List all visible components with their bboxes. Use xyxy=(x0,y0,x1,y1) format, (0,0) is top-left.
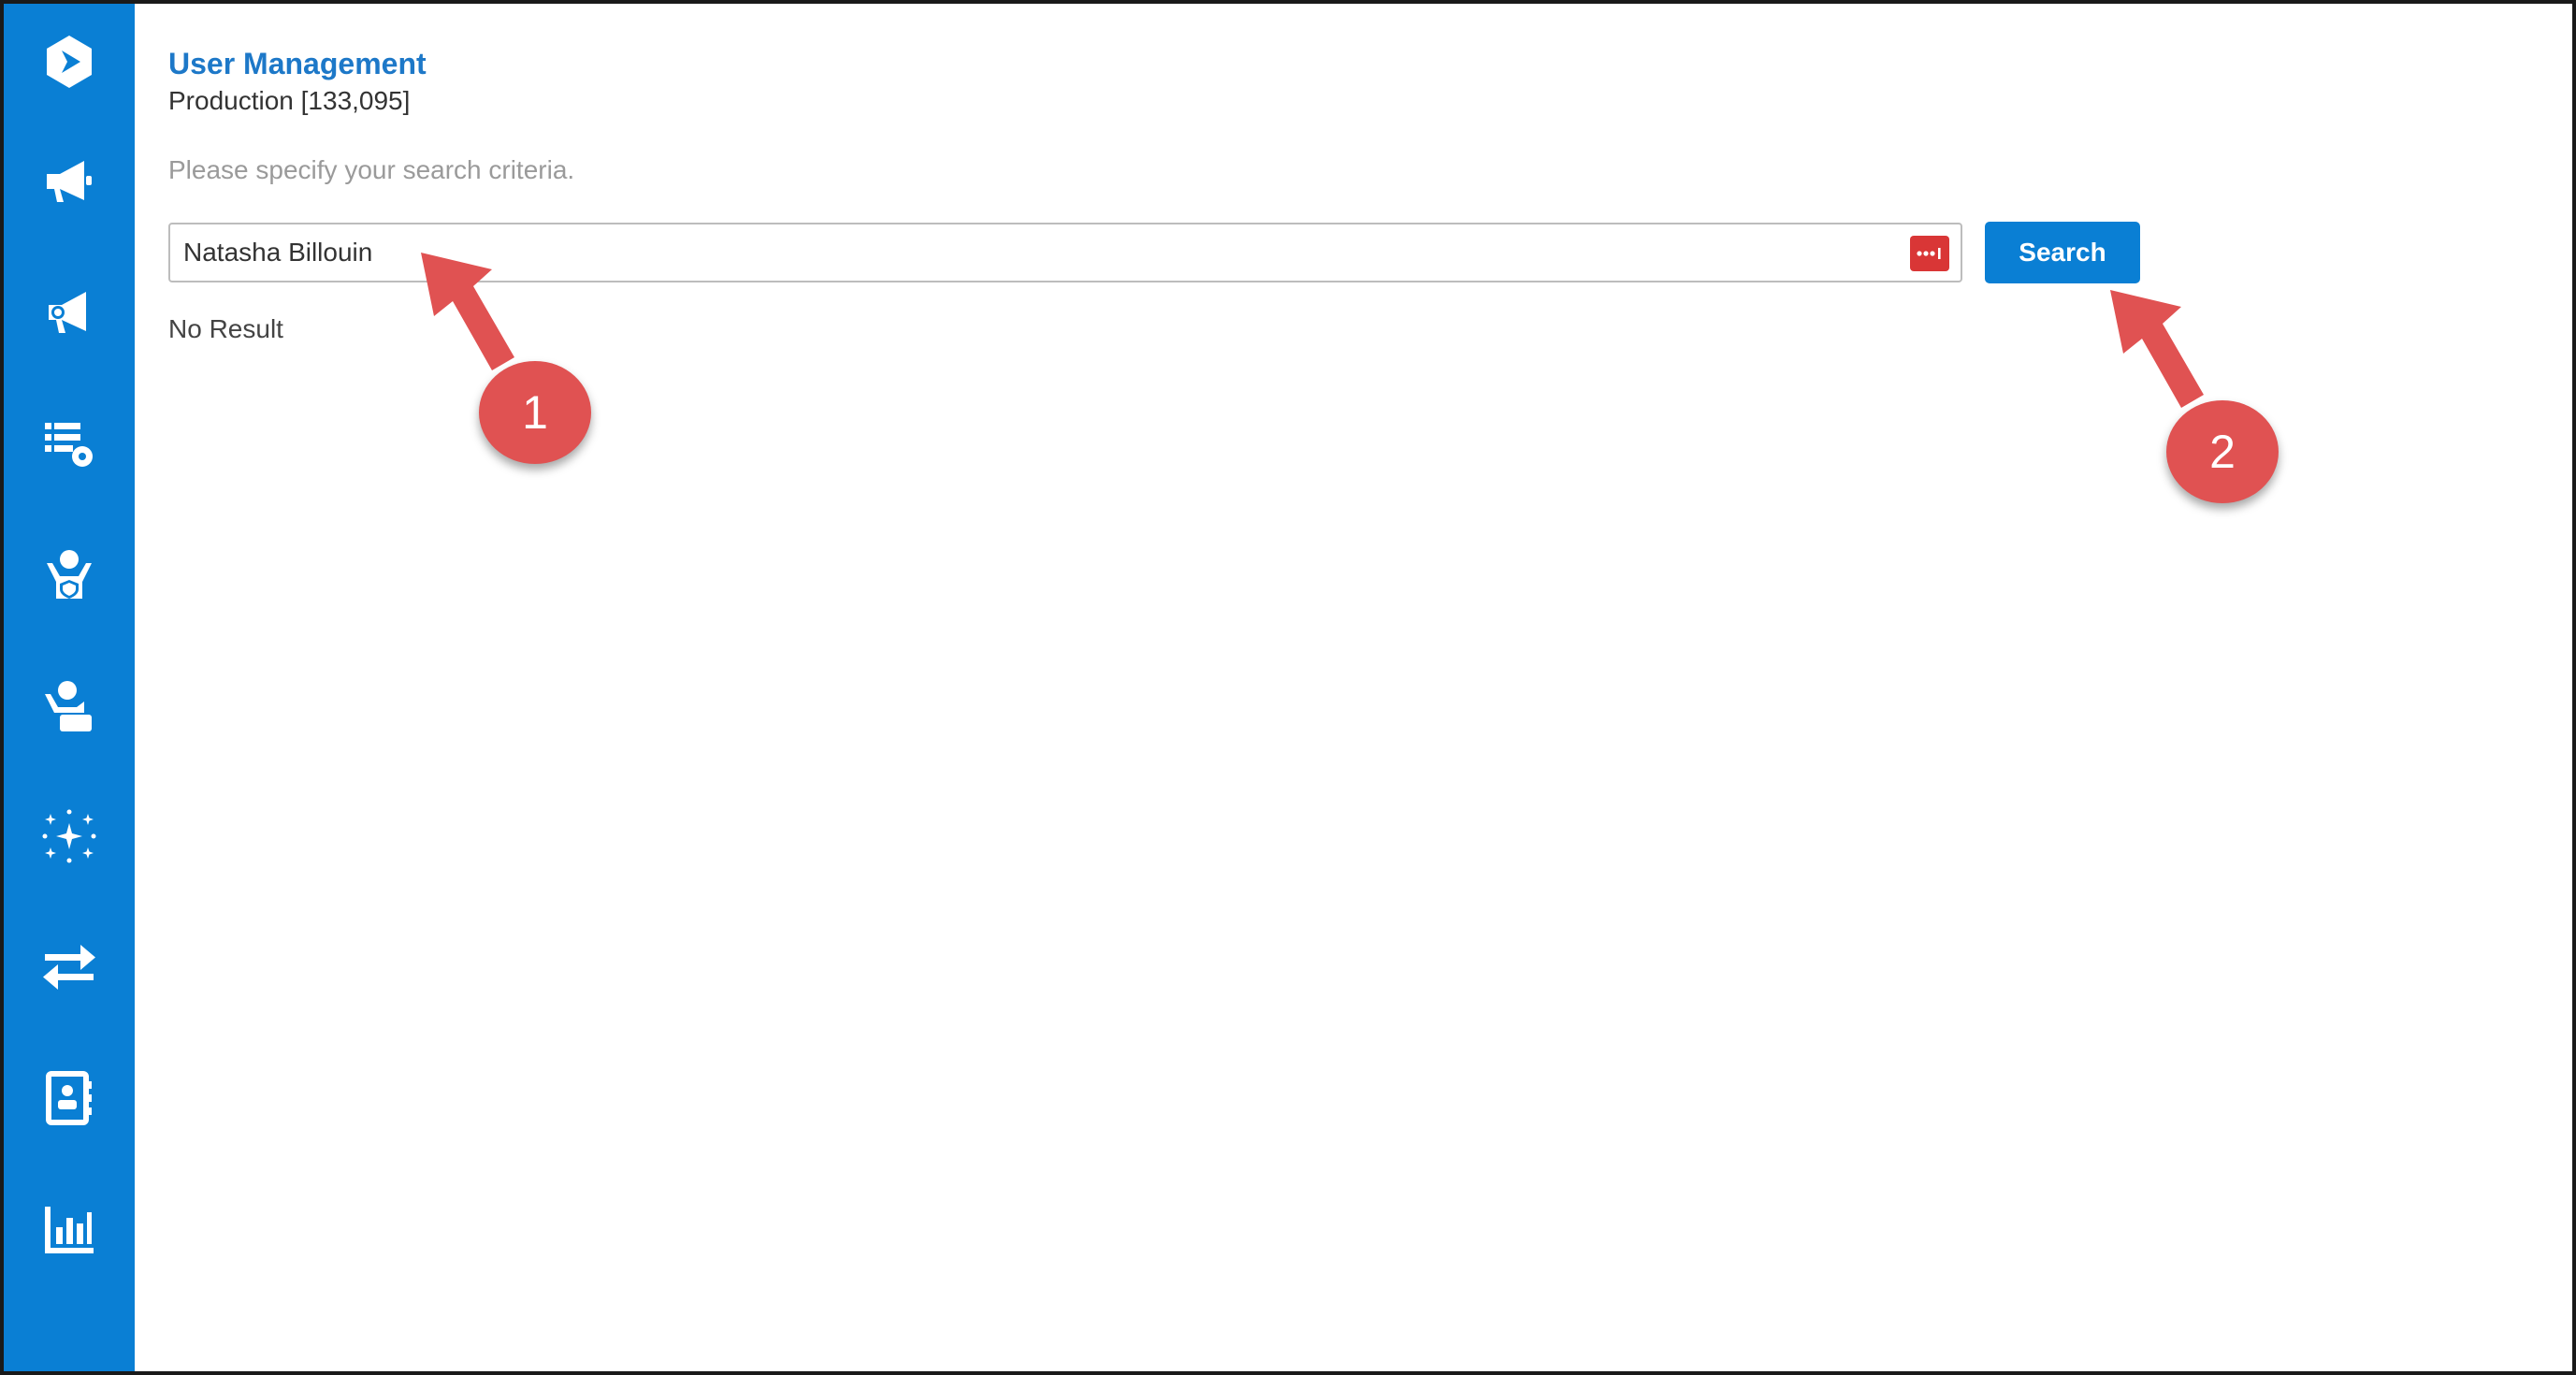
no-result-message: No Result xyxy=(168,314,283,343)
sidebar-item-users[interactable] xyxy=(4,659,135,752)
transfer-arrows-icon xyxy=(43,945,95,990)
sidebar-item-integrations[interactable] xyxy=(4,789,135,883)
logo-icon xyxy=(47,36,92,88)
app-window: User Management Production [133,095] Ple… xyxy=(0,0,2576,1375)
user-shield-icon xyxy=(47,550,92,599)
environment-label: Production [133,095] xyxy=(168,86,411,115)
search-instructions: Please specify your search criteria. xyxy=(168,155,575,184)
bar-chart-icon xyxy=(45,1207,94,1253)
sidebar-item-lists[interactable] xyxy=(4,397,135,490)
annotation-arrow-1 xyxy=(421,253,514,370)
annotation-callout-2: 2 xyxy=(2166,400,2279,503)
sidebar-item-reports[interactable] xyxy=(4,1182,135,1276)
sidebar-item-campaigns[interactable] xyxy=(4,266,135,359)
sidebar xyxy=(4,4,135,1371)
megaphone-icon xyxy=(47,161,92,202)
contact-book-icon xyxy=(46,1071,92,1125)
ellipsis-picker-icon xyxy=(1917,248,1941,259)
sidebar-item-contacts[interactable] xyxy=(4,1051,135,1145)
sidebar-item-announcements[interactable] xyxy=(4,135,135,228)
annotation-arrow-2 xyxy=(2110,290,2204,408)
megaphone-settings-icon xyxy=(49,292,86,333)
list-settings-icon xyxy=(45,423,93,467)
picker-button[interactable] xyxy=(1910,236,1949,271)
page-title: User Management xyxy=(168,47,427,80)
main-content: User Management Production [133,095] Ple… xyxy=(135,4,2572,1371)
annotation-callout-1: 1 xyxy=(479,361,591,464)
search-button[interactable]: Search xyxy=(1985,222,2140,283)
sidebar-item-home[interactable] xyxy=(4,15,135,109)
sparkle-grid-icon xyxy=(42,809,96,863)
sidebar-item-transfers[interactable] xyxy=(4,920,135,1014)
sidebar-item-user-admin[interactable] xyxy=(4,528,135,621)
user-card-icon xyxy=(45,681,92,731)
